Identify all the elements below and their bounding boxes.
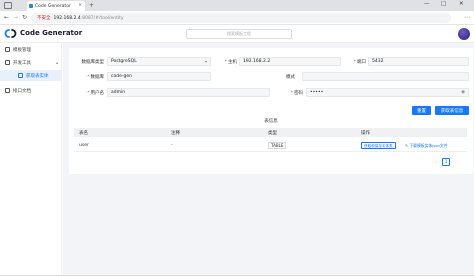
tab-title: Code Generator <box>35 3 71 9</box>
port-input[interactable]: 5432 <box>368 57 469 66</box>
database-input[interactable]: code-gen <box>107 72 211 81</box>
url-path: :8087/#/tool/entity <box>80 15 124 21</box>
close-window-icon[interactable]: ✕ <box>459 1 464 7</box>
sidebar-item-label: 接口文档 <box>13 88 31 94</box>
tab-actions-icon[interactable] <box>4 2 12 9</box>
tab-close-icon[interactable]: × <box>78 3 82 8</box>
back-icon[interactable]: ← <box>4 14 9 21</box>
insecure-label: 不安全 <box>37 16 51 21</box>
forward-icon[interactable]: → <box>13 14 18 21</box>
sidebar-item-label: 模板管理 <box>13 47 31 53</box>
save-entity-button[interactable]: 获取和保存实体类 <box>361 141 396 149</box>
table-section-title: 表信息 <box>264 119 278 124</box>
url-input[interactable]: 不安全 192.168.2.4 :8087/#/tool/entity <box>31 13 451 23</box>
download-json-link[interactable]: ✎ 下载模板实体json文件 <box>405 143 448 149</box>
schema-label: 模式 <box>286 75 295 80</box>
reload-icon[interactable]: ↻ <box>22 14 27 21</box>
fetch-table-button[interactable]: 获取表信息 <box>435 106 469 115</box>
host-input[interactable]: 192.168.2.2 <box>239 57 341 66</box>
doc-icon <box>5 88 10 93</box>
pagination-page[interactable]: 1 <box>442 158 450 166</box>
host-label: *主机 <box>224 60 237 65</box>
cell-actions: 获取和保存实体类 ✎ 下载模板实体json文件 <box>361 141 467 149</box>
tool-icon <box>5 60 10 65</box>
password-value: ••••• <box>310 90 324 95</box>
column-header: 操作 <box>361 130 370 136</box>
eye-icon[interactable]: ◉ <box>461 90 465 95</box>
schema-input[interactable] <box>302 72 469 81</box>
table-icon <box>18 73 23 78</box>
minimize-icon[interactable]: — <box>424 1 430 7</box>
pagination-prev-icon[interactable]: ‹ <box>433 158 439 166</box>
username-input[interactable]: admin <box>107 88 270 97</box>
password-input[interactable]: ••••• ◉ <box>306 88 469 97</box>
main-content: 数据库类型 PostgreSQL ▾ *主机 192.168.2.2 *端口 5… <box>63 43 474 276</box>
entity-form-card: 数据库类型 PostgreSQL ▾ *主机 192.168.2.2 *端口 5… <box>69 48 473 174</box>
column-header: 注释 <box>171 130 180 136</box>
chevron-up-icon: ▴ <box>55 60 58 65</box>
cell-comment: - <box>171 142 173 148</box>
type-tag: TABLE <box>268 141 287 149</box>
username-label: *用户名 <box>87 91 104 96</box>
app-header: Code Generator 搜索模板工程 <box>0 25 474 43</box>
pagination-next-icon[interactable]: › <box>453 158 459 166</box>
maximize-icon[interactable]: □ <box>441 1 446 7</box>
avatar[interactable] <box>458 28 470 40</box>
table-row: user - TABLE 获取和保存实体类 ✎ 下载模板实体json文件 <box>74 139 467 152</box>
template-icon <box>5 47 10 52</box>
cell-type: TABLE <box>268 141 361 149</box>
table-header: 表名 注释 类型 操作 <box>74 128 467 137</box>
sidebar: 模板管理 开发工具 ▴ 获取表实体 接口文档 <box>0 43 62 276</box>
new-tab-icon[interactable]: + <box>89 2 94 9</box>
reset-button[interactable]: 重置 <box>412 106 431 115</box>
cell-table-name: user <box>79 142 89 148</box>
url-host: 192.168.2.4 <box>53 15 81 21</box>
code-generator-logo-icon <box>4 29 17 38</box>
browser-menu-icon[interactable]: ⋯ <box>464 14 470 21</box>
favicon-icon <box>29 4 33 8</box>
chevron-down-icon: ▾ <box>204 59 207 64</box>
column-header: 表名 <box>79 130 88 136</box>
search-input[interactable]: 搜索模板工程 <box>186 29 292 39</box>
address-bar-row: ← → ↻ 不安全 192.168.2.4 :8087/#/tool/entit… <box>0 11 474 25</box>
sidebar-item-label: 开发工具 <box>13 60 31 66</box>
browser-tab-bar: Code Generator × + — □ ✕ <box>0 0 474 11</box>
sidebar-item-api-doc[interactable]: 接口文档 <box>0 85 62 96</box>
db-type-value: PostgreSQL <box>111 59 137 64</box>
column-header: 类型 <box>268 130 277 136</box>
database-label: *数据库 <box>87 75 104 80</box>
db-type-label: 数据库类型 <box>81 60 105 65</box>
app-brand: Code Generator <box>20 29 83 37</box>
browser-tab[interactable]: Code Generator × <box>27 1 85 11</box>
password-label: *密码 <box>290 91 303 96</box>
sidebar-item-template[interactable]: 模板管理 <box>0 44 62 55</box>
sidebar-item-entity[interactable]: 获取表实体 <box>0 70 62 81</box>
sidebar-item-dev-tools[interactable]: 开发工具 ▴ <box>0 57 62 68</box>
db-type-select[interactable]: PostgreSQL ▾ <box>107 57 211 66</box>
port-label: *端口 <box>353 60 366 65</box>
sidebar-item-label: 获取表实体 <box>26 73 49 79</box>
